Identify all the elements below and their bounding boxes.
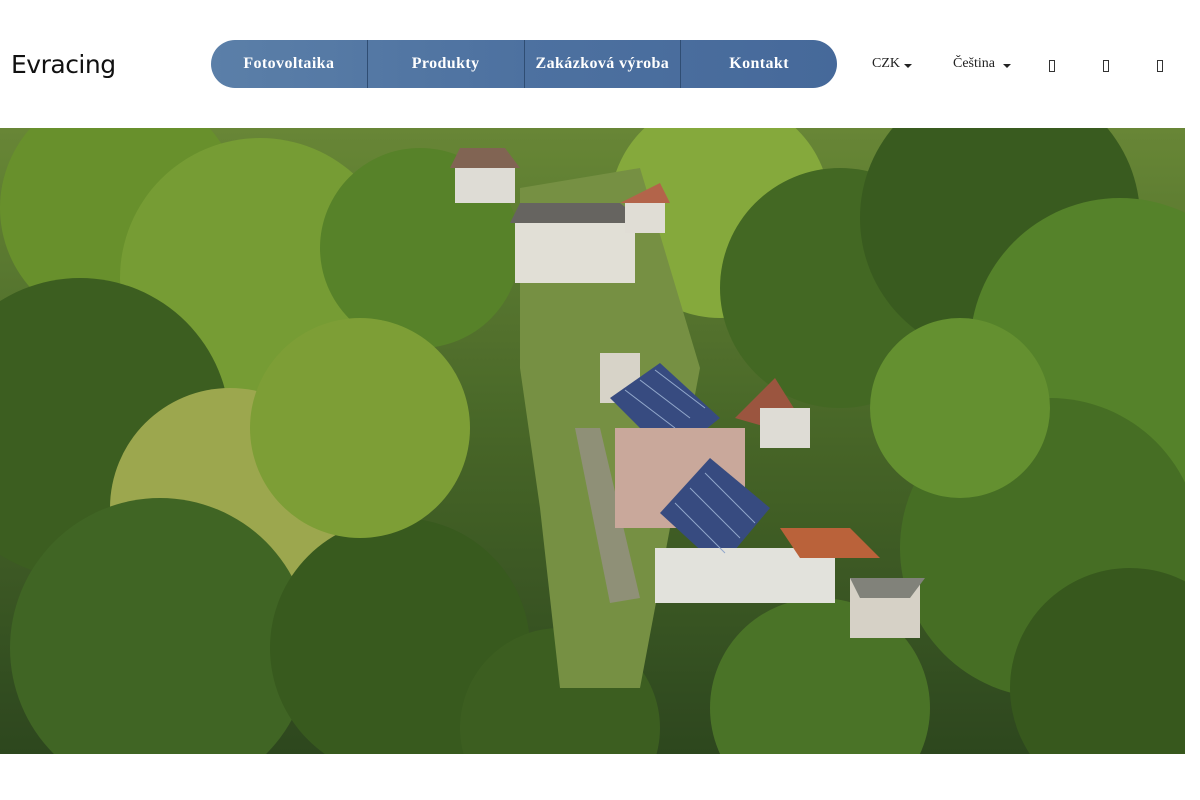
- nav-item-zakazkova-vyroba[interactable]: Zakázková výroba: [525, 40, 682, 88]
- currency-value: CZK: [872, 56, 900, 71]
- site-header: Evracing Fotovoltaika Produkty Zakázková…: [0, 0, 1200, 128]
- language-selector[interactable]: Čeština: [953, 55, 1011, 73]
- caret-down-icon: [1003, 63, 1011, 68]
- missing-glyph-box: [1049, 60, 1055, 72]
- main-navigation: Fotovoltaika Produkty Zakázková výroba K…: [211, 40, 837, 88]
- hero-image: [0, 128, 1185, 754]
- logo-text: Evracing: [11, 49, 116, 79]
- wishlist-icon[interactable]: [1100, 58, 1112, 74]
- currency-selector[interactable]: CZK: [872, 55, 912, 73]
- logo[interactable]: Evracing: [11, 46, 116, 82]
- nav-item-label: Fotovoltaika: [243, 55, 335, 72]
- hero-photo: [0, 128, 1185, 754]
- user-icon[interactable]: [1046, 58, 1058, 74]
- missing-glyph-box: [1157, 60, 1163, 72]
- language-value: Čeština: [953, 56, 995, 71]
- nav-item-label: Kontakt: [729, 55, 789, 72]
- nav-item-label: Zakázková výroba: [535, 55, 670, 72]
- nav-item-kontakt[interactable]: Kontakt: [681, 40, 837, 88]
- missing-glyph-box: [1103, 60, 1109, 72]
- nav-item-produkty[interactable]: Produkty: [368, 40, 525, 88]
- caret-down-icon: [904, 63, 912, 68]
- cart-icon[interactable]: [1154, 58, 1166, 74]
- nav-item-label: Produkty: [411, 55, 480, 72]
- nav-item-fotovoltaika[interactable]: Fotovoltaika: [211, 40, 368, 88]
